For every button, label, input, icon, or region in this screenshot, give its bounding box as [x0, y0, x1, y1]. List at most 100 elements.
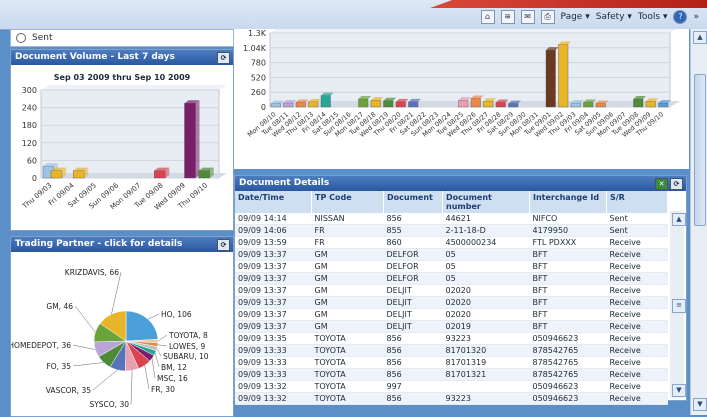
tools-menu[interactable]: Tools ▾ — [638, 12, 668, 22]
table-row[interactable]: 09/09 13:32 TOYOTA 856 93223 050946623 Receiv… — [235, 392, 668, 405]
chevron-up-icon[interactable]: ▲ — [693, 31, 707, 44]
table-cell: 09/09 13:32 — [235, 380, 312, 393]
bar — [50, 170, 63, 179]
tools-menu-label: Tools — [637, 12, 661, 22]
table-row[interactable]: 09/09 13:32 TOYOTA 997 050946623 Receive — [235, 380, 668, 393]
y-tick-label: 240 — [22, 104, 37, 113]
table-row[interactable]: 09/09 14:14 NISSAN 856 44621 NIFCO Sent — [235, 213, 668, 225]
table-cell: 81701319 — [442, 356, 530, 369]
table-cell: BFT — [529, 260, 607, 273]
bar — [198, 170, 210, 179]
table-cell: Receive — [606, 308, 668, 321]
feeds-icon[interactable]: ≋ — [500, 10, 515, 24]
scroll-thumb[interactable]: ≡ — [672, 299, 686, 313]
table-cell: 02020 — [442, 284, 530, 297]
pie-leader-line — [111, 271, 122, 315]
sent-radio-button[interactable] — [16, 33, 26, 43]
table-scrollbar[interactable]: ▲ ≡ ▼ — [670, 211, 686, 398]
document-details-table: Date/Time TP Code Document Document numb… — [235, 191, 668, 405]
table-cell: GM — [311, 296, 384, 309]
pie-label: GM, 46 — [46, 302, 73, 311]
table-row[interactable]: 09/09 13:37 GM DELFOR 05 BFT Receive — [235, 272, 668, 285]
refresh-icon[interactable]: ⟳ — [217, 239, 230, 251]
table-cell: 4179950 — [529, 224, 607, 237]
safety-menu[interactable]: Safety ▾ — [596, 12, 632, 22]
table-cell: NISSAN — [311, 213, 384, 225]
col-header-sr[interactable]: S/R — [606, 191, 668, 213]
table-cell: 878542765 — [529, 368, 607, 381]
table-cell: DELJIT — [383, 284, 443, 297]
table-row[interactable]: 09/09 13:37 GM DELFOR 05 BFT Receive — [235, 248, 668, 261]
chevron-down-icon[interactable]: ▼ — [693, 398, 707, 411]
pie-leader-line — [151, 358, 156, 379]
bar — [595, 103, 606, 108]
trading-partner-panel: Trading Partner - click for details ⟳ HO… — [10, 236, 234, 417]
table-cell: NIFCO — [529, 213, 607, 225]
y-tick-label: 260 — [251, 88, 266, 97]
col-header-datetime[interactable]: Date/Time — [235, 191, 312, 213]
table-row[interactable]: 09/09 14:06 FR 855 2-11-18-D 4179950 Sent — [235, 224, 668, 237]
table-row[interactable]: 09/09 13:33 TOYOTA 856 81701320 878542765 Rec… — [235, 344, 668, 357]
y-tick-label: 0 — [32, 174, 37, 183]
bar — [633, 98, 644, 108]
table-cell: 02020 — [442, 296, 530, 309]
table-cell: 09/09 13:37 — [235, 260, 312, 273]
table-cell: DELFOR — [383, 248, 443, 261]
table-cell: BFT — [529, 272, 607, 285]
table-row[interactable]: 09/09 13:37 GM DELFOR 05 BFT Receive — [235, 260, 668, 273]
y-tick-label: 60 — [27, 156, 37, 165]
table-row[interactable]: 09/09 13:37 GM DELJIT 02020 BFT Receive — [235, 308, 668, 321]
table-cell: 05 — [442, 260, 530, 273]
table-row[interactable]: 09/09 13:33 TOYOTA 856 81701321 878542765 Rec… — [235, 368, 668, 381]
table-cell: 855 — [383, 224, 443, 237]
bar — [283, 102, 294, 108]
pie-leader-line — [130, 370, 133, 405]
bar — [184, 103, 196, 179]
page-scroll-thumb[interactable] — [694, 74, 706, 226]
bar — [545, 49, 556, 108]
col-header-document-number[interactable]: Document number — [442, 191, 530, 213]
table-cell: 09/09 13:37 — [235, 320, 312, 333]
refresh-icon[interactable]: ⟳ — [217, 52, 230, 64]
page-menu[interactable]: Page ▾ — [561, 12, 590, 22]
print-icon[interactable]: ⎙ — [540, 10, 555, 24]
pie-label: SYSCO, 30 — [89, 400, 129, 409]
toolbar-overflow-chevron[interactable]: » — [693, 12, 699, 22]
pie-leader-line — [72, 344, 96, 350]
home-icon[interactable]: ⌂ — [480, 10, 495, 24]
table-cell: 860 — [383, 236, 443, 249]
trading-partner-pie-chart[interactable]: HO, 106 TOYOTA, 8 LOWES, 9SUBARU, 10 BM, 12… — [11, 253, 233, 416]
table-row[interactable]: 09/09 13:33 TOYOTA 856 81701319 878542765 Rec… — [235, 356, 668, 369]
table-row[interactable]: 09/09 13:59 FR 860 4500000234 FTL PDXXX Recei… — [235, 236, 668, 249]
chevron-up-icon[interactable]: ▲ — [672, 213, 686, 226]
sent-radio-row[interactable]: Sent — [10, 29, 234, 47]
mail-icon[interactable]: ✉ — [520, 10, 535, 24]
bar — [270, 103, 281, 108]
table-row[interactable]: 09/09 13:37 GM DELJIT 02019 BFT Receive — [235, 320, 668, 333]
table-cell: GM — [311, 260, 384, 273]
table-header-row: Date/Time TP Code Document Document numb… — [235, 191, 668, 213]
table-cell: 09/09 13:37 — [235, 308, 312, 321]
table-row[interactable]: 09/09 13:37 GM DELJIT 02020 BFT Receive — [235, 284, 668, 297]
table-cell: Receive — [606, 332, 668, 345]
table-row[interactable]: 09/09 13:37 GM DELJIT 02020 BFT Receive — [235, 296, 668, 309]
col-header-document[interactable]: Document — [383, 191, 443, 213]
page-scrollbar[interactable]: ▲ ▼ — [690, 29, 707, 415]
y-tick-label: 1.04K — [243, 44, 267, 53]
table-cell: TOYOTA — [311, 368, 384, 381]
export-excel-icon[interactable]: ✕ — [655, 178, 668, 190]
table-cell: 93223 — [442, 332, 530, 345]
col-header-interchange-id[interactable]: Interchange Id — [529, 191, 607, 213]
table-cell: 09/09 13:37 — [235, 284, 312, 297]
table-cell: GM — [311, 284, 384, 297]
col-header-tp-code[interactable]: TP Code — [311, 191, 384, 213]
pie-label: HO, 106 — [161, 310, 192, 319]
table-cell: 09/09 13:37 — [235, 248, 312, 261]
refresh-icon[interactable]: ⟳ — [670, 178, 683, 190]
table-cell: DELFOR — [383, 272, 443, 285]
chart-back-wall — [41, 85, 227, 90]
table-row[interactable]: 09/09 13:35 TOYOTA 856 93223 050946623 Receiv… — [235, 332, 668, 345]
table-cell: 81701320 — [442, 344, 530, 357]
chevron-down-icon[interactable]: ▼ — [672, 384, 686, 397]
help-icon[interactable]: ? — [673, 10, 688, 24]
